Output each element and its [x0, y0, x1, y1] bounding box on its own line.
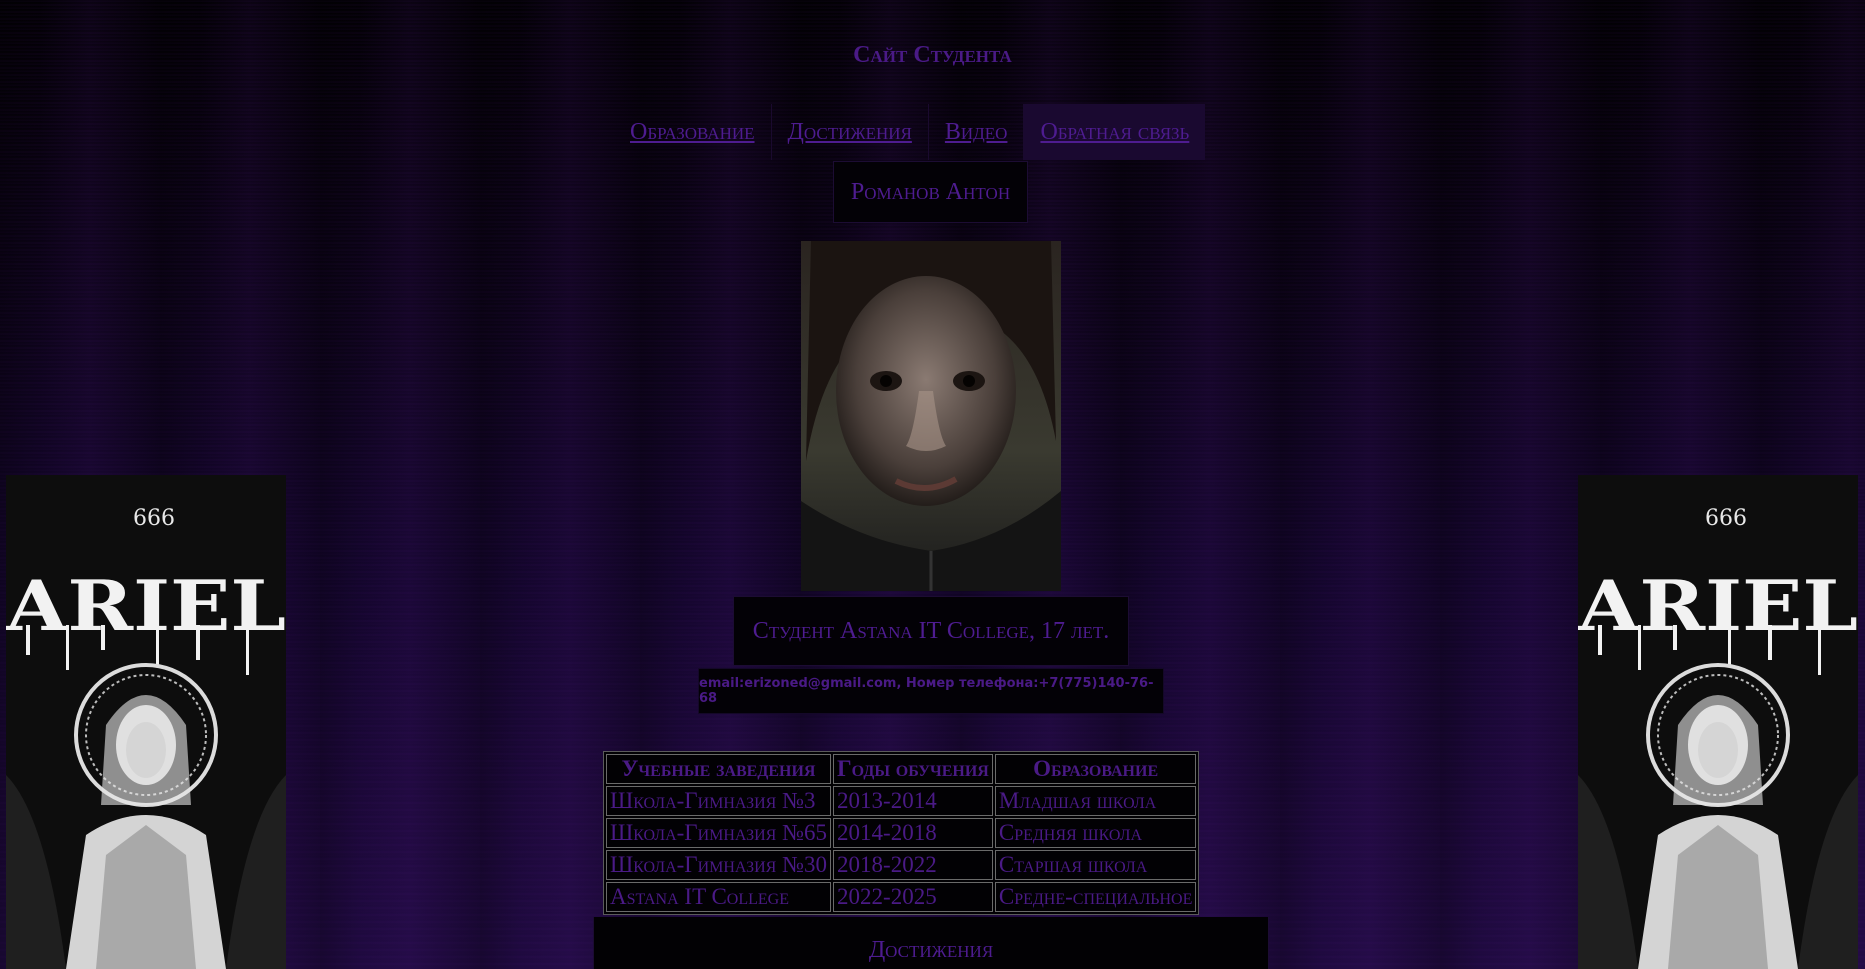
table-cell-years: 2013-2014: [833, 786, 993, 816]
main-nav: Образование Достижения Видео Обратная св…: [614, 104, 1206, 160]
nav-link-achievements[interactable]: Достижения: [772, 104, 929, 160]
poster-logo-text: ariel: [6, 539, 286, 654]
site-title: Сайт Студента: [853, 42, 1012, 68]
table-header-row: Учебные заведения Годы обучения Образова…: [606, 754, 1197, 784]
table-cell-years: 2018-2022: [833, 850, 993, 880]
table-cell-years: 2014-2018: [833, 818, 993, 848]
table-header-cell: Учебные заведения: [606, 754, 832, 784]
education-table: Учебные заведения Годы обучения Образова…: [603, 751, 1200, 915]
nav-link-education[interactable]: Образование: [614, 104, 772, 160]
achievements-heading: Достижения: [868, 937, 994, 963]
table-cell-institution: Школа-Гимназия №30: [606, 850, 832, 880]
table-cell-years: 2022-2025: [833, 882, 993, 912]
table-header-cell: Годы обучения: [833, 754, 993, 784]
table-row: Astana IT College 2022-2025 Средне-специ…: [606, 882, 1197, 912]
nav-link-video[interactable]: Видео: [929, 104, 1025, 160]
left-poster-image: 666 ariel: [6, 475, 286, 969]
poster-logo-text: ariel: [1578, 539, 1858, 654]
table-row: Школа-Гимназия №3 2013-2014 Младшая школ…: [606, 786, 1197, 816]
achievements-section: Достижения: [593, 917, 1269, 969]
table-row: Школа-Гимназия №65 2014-2018 Средняя шко…: [606, 818, 1197, 848]
table-cell-level: Младшая школа: [994, 786, 1197, 816]
table-cell-level: Средняя школа: [994, 818, 1197, 848]
table-cell-institution: Школа-Гимназия №65: [606, 818, 832, 848]
student-photo: [801, 241, 1061, 591]
student-description: Студент Astana IT College, 17 лет.: [733, 596, 1129, 666]
table-cell-level: Старшая школа: [994, 850, 1197, 880]
poster-numbers: 666: [133, 506, 175, 531]
student-contact-info: email:erizoned@gmail.com, Номер телефона…: [698, 668, 1164, 714]
poster-numbers: 666: [1705, 506, 1747, 531]
table-header-cell: Образование: [994, 754, 1197, 784]
nav-link-feedback[interactable]: Обратная связь: [1024, 104, 1206, 160]
right-poster-image: 666 ariel: [1578, 475, 1858, 969]
table-cell-level: Средне-специальное: [994, 882, 1197, 912]
table-row: Школа-Гимназия №30 2018-2022 Старшая шко…: [606, 850, 1197, 880]
table-cell-institution: Astana IT College: [606, 882, 832, 912]
student-name: Романов Антон: [833, 161, 1028, 223]
table-cell-institution: Школа-Гимназия №3: [606, 786, 832, 816]
